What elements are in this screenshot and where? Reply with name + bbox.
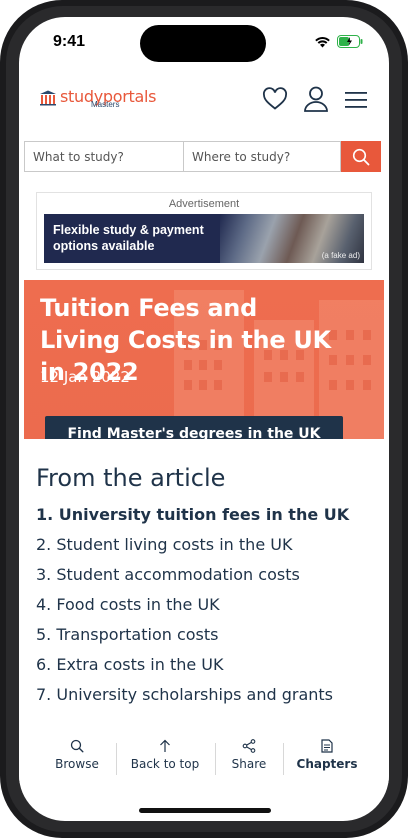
article-hero: Tuition Fees and Living Costs in the UK … (24, 280, 384, 439)
share-icon (242, 739, 256, 753)
logo-subtitle: Masters (91, 100, 120, 109)
status-time: 9:41 (53, 33, 86, 50)
toc-heading: From the article (36, 464, 226, 492)
heart-icon[interactable] (262, 87, 288, 111)
ad-fake-label: (a fake ad) (321, 251, 360, 260)
nav-chapters[interactable]: Chapters (296, 739, 358, 781)
site-header: studyportals Masters (19, 79, 389, 123)
what-to-study-input[interactable]: What to study? (24, 141, 183, 172)
battery-charging-icon (337, 35, 363, 48)
search-icon (70, 739, 84, 753)
where-to-study-input[interactable]: Where to study? (183, 141, 341, 172)
article-date: 12 Jan 2022 (40, 368, 130, 386)
nav-divider (283, 743, 284, 775)
search-icon (352, 148, 370, 165)
nav-back-to-top[interactable]: Back to top (129, 739, 201, 781)
toc-list: 1. University tuition fees in the UK 2. … (36, 504, 349, 714)
home-indicator (139, 808, 271, 813)
toc-item[interactable]: 7. University scholarships and grants (36, 684, 349, 714)
toc-item[interactable]: 2. Student living costs in the UK (36, 534, 349, 564)
toc-item[interactable]: 6. Extra costs in the UK (36, 654, 349, 684)
document-icon (321, 739, 333, 753)
dynamic-island (140, 25, 266, 62)
nav-share-label: Share (231, 757, 267, 771)
columns-logo-icon (40, 90, 56, 106)
nav-divider (215, 743, 216, 775)
find-masters-button[interactable]: Find Master's degrees in the UK (45, 416, 343, 439)
nav-share[interactable]: Share (226, 739, 272, 781)
ad-banner[interactable]: Flexible study & payment options availab… (44, 214, 364, 263)
status-icons (314, 35, 363, 48)
toc-item[interactable]: 4. Food costs in the UK (36, 594, 349, 624)
advertisement: Advertisement Flexible study & payment o… (36, 192, 372, 270)
menu-icon[interactable] (345, 91, 367, 109)
arrow-up-icon (160, 739, 170, 752)
ad-label: Advertisement (168, 198, 240, 210)
toc-item[interactable]: 3. Student accommodation costs (36, 564, 349, 594)
toc-item[interactable]: 1. University tuition fees in the UK (36, 504, 349, 534)
search-bar: What to study? Where to study? (24, 141, 381, 172)
bottom-nav: Browse Back to top Share Chapters (19, 733, 389, 783)
ad-banner-text: Flexible study & payment options availab… (53, 223, 204, 253)
toc-item[interactable]: 5. Transportation costs (36, 624, 349, 654)
nav-divider (116, 743, 117, 775)
nav-browse[interactable]: Browse (53, 739, 101, 781)
nav-browse-label: Browse (55, 757, 99, 771)
screen: 9:41 studyportals Masters What to study?… (19, 17, 389, 821)
nav-back-to-top-label: Back to top (130, 757, 200, 771)
user-icon[interactable] (303, 85, 329, 113)
search-button[interactable] (341, 141, 381, 172)
wifi-icon (315, 36, 330, 47)
nav-chapters-label: Chapters (296, 757, 358, 771)
